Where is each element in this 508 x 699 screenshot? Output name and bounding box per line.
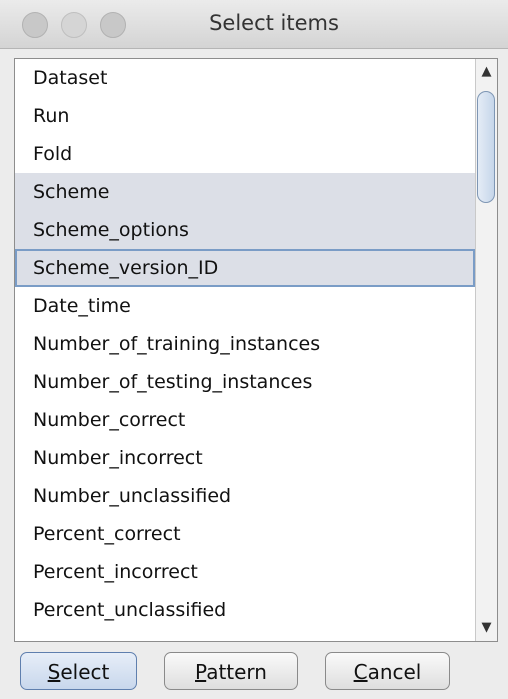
- select-button[interactable]: Select: [20, 652, 137, 690]
- vertical-scrollbar[interactable]: ▲ ▼: [475, 59, 497, 641]
- window-title: Select items: [209, 11, 339, 35]
- list-item[interactable]: Scheme: [15, 173, 475, 211]
- list-item[interactable]: Date_time: [15, 287, 475, 325]
- list-item[interactable]: Percent_incorrect: [15, 553, 475, 591]
- pattern-button[interactable]: Pattern: [164, 652, 298, 690]
- list-item[interactable]: Number_unclassified: [15, 477, 475, 515]
- select-label: elect: [60, 660, 110, 684]
- list-item[interactable]: Run: [15, 97, 475, 135]
- list-item[interactable]: Number_of_training_instances: [15, 325, 475, 363]
- pattern-label: attern: [206, 660, 267, 684]
- select-mnemonic: S: [47, 660, 61, 684]
- scrollbar-thumb[interactable]: [477, 91, 495, 203]
- list-item[interactable]: Dataset: [15, 59, 475, 97]
- cancel-label: ancel: [367, 660, 422, 684]
- list-item[interactable]: Scheme_options: [15, 211, 475, 249]
- list-item[interactable]: Number_incorrect: [15, 439, 475, 477]
- pattern-mnemonic: P: [195, 660, 207, 684]
- list-item[interactable]: Scheme_version_ID: [15, 249, 475, 287]
- items-list-box[interactable]: Dataset Run Fold Scheme Scheme_options Scheme…: [14, 58, 498, 642]
- scroll-up-arrow-icon[interactable]: ▲: [476, 61, 497, 83]
- list-item[interactable]: Number_correct: [15, 401, 475, 439]
- list-item[interactable]: Percent_unclassified: [15, 591, 475, 629]
- list-item[interactable]: Number_of_testing_instances: [15, 363, 475, 401]
- scrollbar-track[interactable]: [476, 83, 497, 617]
- title-bar[interactable]: Select items: [0, 0, 508, 49]
- list-item[interactable]: Fold: [15, 135, 475, 173]
- items-list[interactable]: Dataset Run Fold Scheme Scheme_options Scheme…: [15, 59, 475, 641]
- cancel-button[interactable]: Cancel: [325, 652, 450, 690]
- scroll-down-arrow-icon[interactable]: ▼: [476, 617, 497, 639]
- cancel-mnemonic: C: [353, 660, 368, 684]
- button-bar: Select Pattern Cancel: [0, 652, 508, 696]
- list-item[interactable]: Percent_correct: [15, 515, 475, 553]
